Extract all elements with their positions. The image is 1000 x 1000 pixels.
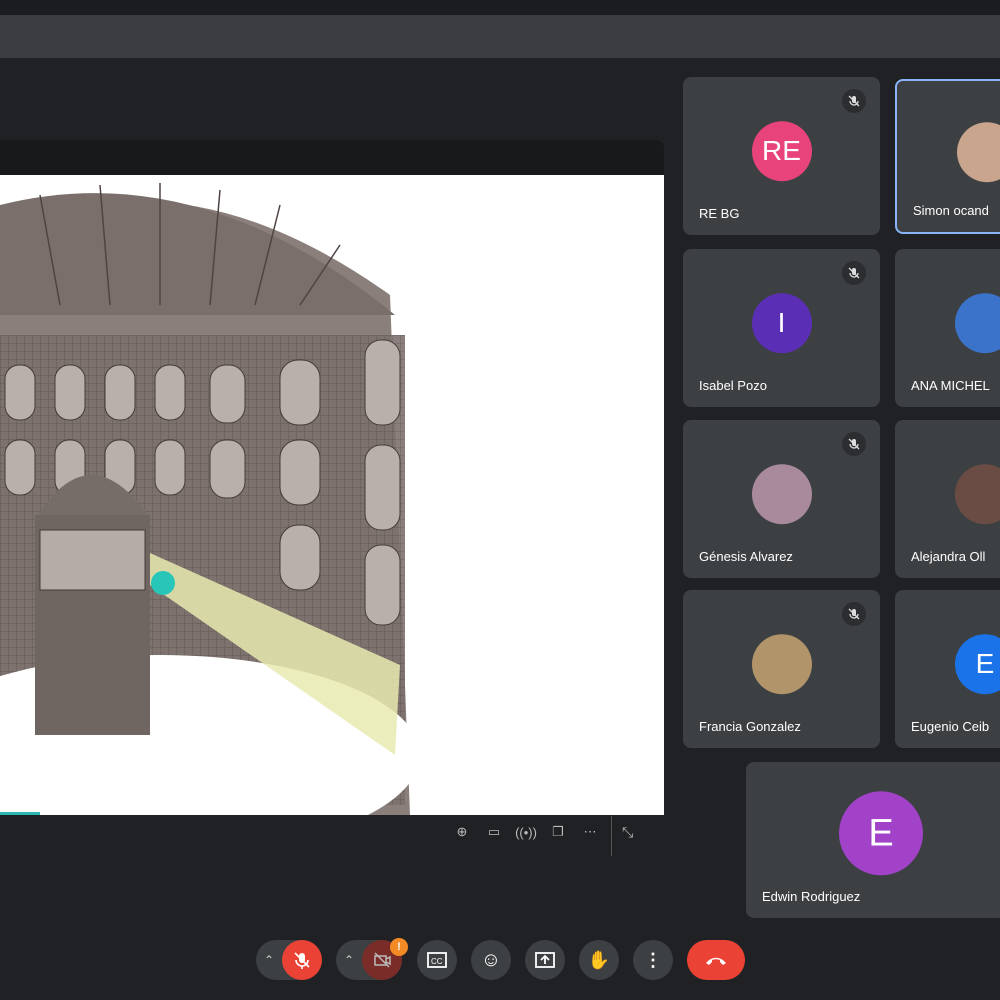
svg-text:CC: CC — [431, 957, 443, 966]
participant-tile[interactable]: RE RE BG — [683, 77, 880, 235]
hand-icon: ✋ — [587, 949, 611, 970]
participant-photo — [751, 634, 812, 695]
participant-name: Isabel Pozo — [699, 378, 767, 393]
participant-name: ANA MICHEL — [911, 378, 990, 393]
more-vert-icon: ⋮ — [644, 949, 662, 970]
participant-tile[interactable]: Simon ocand — [895, 79, 1000, 234]
more-options-icon[interactable]: ⋯ — [580, 822, 600, 842]
camera-warning-badge: ! — [390, 938, 408, 956]
participant-tile[interactable]: I Isabel Pozo — [683, 249, 880, 407]
presentation-progress-bar — [0, 812, 40, 815]
participant-name: Edwin Rodriguez — [762, 889, 861, 904]
present-button[interactable] — [525, 940, 565, 980]
participant-avatar: E — [839, 791, 923, 876]
participant-tile[interactable]: Génesis Alvarez — [683, 420, 880, 578]
header-band — [0, 15, 1000, 58]
participant-name: RE BG — [699, 206, 740, 221]
fit-screen-icon[interactable]: ▭ — [484, 822, 504, 842]
participant-name: Alejandra Oll — [911, 549, 986, 564]
leave-call-button[interactable] — [687, 940, 745, 980]
closed-captions-icon: CC — [427, 952, 447, 968]
participant-tile[interactable]: Francia Gonzalez — [683, 590, 880, 748]
participant-tile[interactable]: E Eugenio Ceib — [895, 590, 1000, 748]
participant-tile[interactable]: E Edwin Rodriguez — [746, 762, 1000, 918]
mic-off-icon — [294, 952, 310, 969]
participant-avatar: RE — [751, 121, 812, 182]
reactions-button[interactable]: ☺ — [471, 940, 511, 980]
participant-name: Eugenio Ceib — [911, 719, 990, 734]
top-strip — [0, 0, 1000, 15]
minimize-icon[interactable]: ⤡ — [622, 824, 633, 841]
broadcast-icon[interactable]: ((•)) — [515, 822, 537, 842]
panopticon-illustration — [0, 183, 420, 815]
captions-button[interactable]: CC — [417, 940, 457, 980]
participant-tile[interactable]: Alejandra Oll — [895, 420, 1000, 578]
participant-tile[interactable]: ANA MICHEL — [895, 249, 1000, 407]
chevron-up-icon: ⌃ — [344, 953, 355, 967]
mic-muted-icon — [842, 602, 866, 626]
end-call-icon — [706, 957, 726, 965]
mic-toggle-button[interactable] — [282, 940, 322, 980]
participant-photo — [957, 121, 1000, 182]
chevron-up-icon: ⌃ — [264, 953, 275, 967]
emoji-icon: ☺ — [480, 948, 502, 971]
participant-name: Francia Gonzalez — [699, 719, 801, 734]
participant-photo — [955, 293, 1000, 354]
participant-name: Génesis Alvarez — [699, 549, 793, 564]
mic-muted-icon — [842, 432, 866, 456]
layout-icon[interactable]: ❐ — [548, 822, 568, 842]
raise-hand-button[interactable]: ✋ — [579, 940, 619, 980]
participant-avatar: E — [955, 634, 1000, 695]
participant-photo — [955, 464, 1000, 525]
presentation-header — [0, 140, 664, 175]
call-controls: ⌃ ⌃ ! CC ☺ ✋ ⋮ — [0, 938, 1000, 980]
zoom-in-icon[interactable]: ⊕ — [452, 822, 472, 842]
participant-photo — [751, 464, 812, 525]
presentation-toolbar: ⊕ ▭ ((•)) ❐ ⋯ — [452, 822, 600, 842]
mic-muted-icon — [842, 261, 866, 285]
participant-name: Simon ocand — [913, 203, 989, 218]
present-screen-icon — [535, 952, 555, 968]
camera-off-icon — [374, 952, 391, 968]
more-options-button[interactable]: ⋮ — [633, 940, 673, 980]
presentation-area — [0, 140, 664, 820]
presentation-slide — [0, 175, 664, 815]
mic-muted-icon — [842, 89, 866, 113]
toolbar-divider — [611, 816, 612, 856]
participant-avatar: I — [751, 293, 812, 354]
